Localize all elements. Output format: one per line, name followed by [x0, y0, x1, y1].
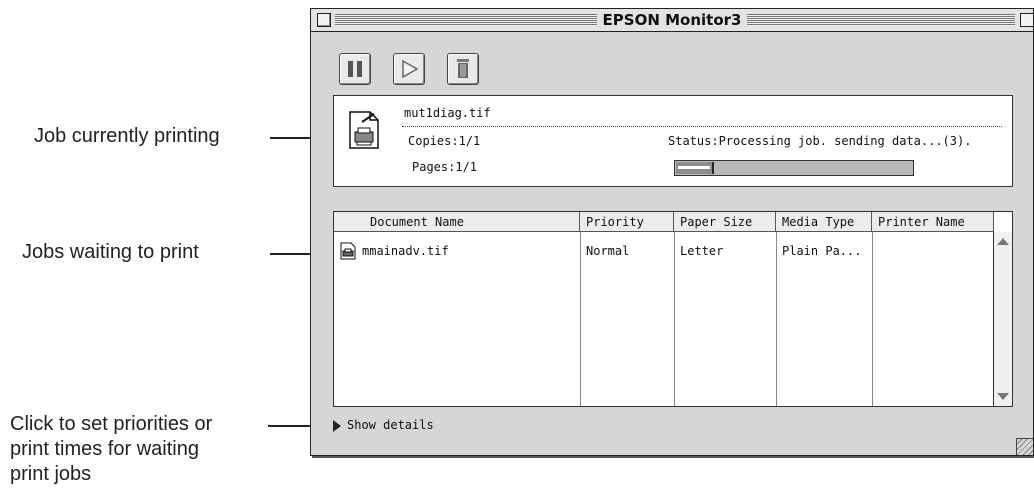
play-icon [402, 59, 419, 79]
document-icon [340, 242, 356, 260]
divider [402, 126, 1002, 127]
table-row[interactable]: mmainadv.tif Normal Letter Plain Pa... [334, 242, 994, 260]
current-job-copies: Copies:1/1 [408, 134, 481, 148]
job-queue-table: Document Name Priority Paper Size Media … [333, 211, 1013, 407]
column-header-printer-name[interactable]: Printer Name [872, 212, 994, 232]
row-media-type: Plain Pa... [782, 244, 862, 258]
current-job-status: Status:Processing job. sending data...(3… [668, 134, 972, 148]
callout-waiting-jobs: Jobs waiting to print [22, 241, 199, 263]
pause-button[interactable] [339, 53, 371, 85]
zoom-box[interactable] [1020, 13, 1034, 27]
show-details-toggle[interactable]: Show details [333, 417, 434, 433]
column-header-paper-size[interactable]: Paper Size [674, 212, 776, 232]
resume-button[interactable] [393, 53, 425, 85]
callout-line-1: Click to set priorities or [10, 413, 213, 435]
window-title: EPSON Monitor3 [596, 11, 748, 29]
epson-monitor-window: EPSON Monitor3 mut1diag.tif Copies:1/1 S… [310, 8, 1034, 456]
pause-icon [348, 61, 362, 77]
callout-line-3: print jobs [10, 463, 92, 485]
vertical-scrollbar[interactable] [993, 232, 1012, 406]
progress-bar [674, 160, 914, 176]
title-bar[interactable]: EPSON Monitor3 [311, 9, 1034, 32]
resize-grip-icon[interactable] [1016, 438, 1033, 455]
scroll-down-arrow-icon[interactable] [997, 393, 1009, 400]
column-header-media-type[interactable]: Media Type [776, 212, 872, 232]
row-paper-size: Letter [680, 244, 724, 258]
trash-icon [457, 59, 469, 78]
callout-show-details: Click to set priorities or print times f… [10, 412, 212, 487]
scroll-up-arrow-icon[interactable] [997, 238, 1009, 245]
disclosure-triangle-icon[interactable] [333, 419, 341, 432]
current-job-pages: Pages:1/1 [412, 160, 478, 174]
column-header-priority[interactable]: Priority [580, 212, 674, 232]
delete-button[interactable] [447, 53, 479, 85]
current-job-panel: mut1diag.tif Copies:1/1 Status:Processin… [333, 95, 1013, 187]
show-details-label: Show details [347, 418, 434, 432]
row-priority: Normal [586, 244, 630, 258]
progress-fill [676, 162, 714, 174]
row-document-name: mmainadv.tif [362, 244, 449, 258]
printing-document-icon [349, 111, 379, 149]
callout-line-2: print times for waiting [10, 438, 199, 460]
callout-current-job: Job currently printing [34, 125, 220, 147]
current-job-filename: mut1diag.tif [404, 106, 491, 120]
column-header-document-name[interactable]: Document Name [334, 212, 580, 232]
